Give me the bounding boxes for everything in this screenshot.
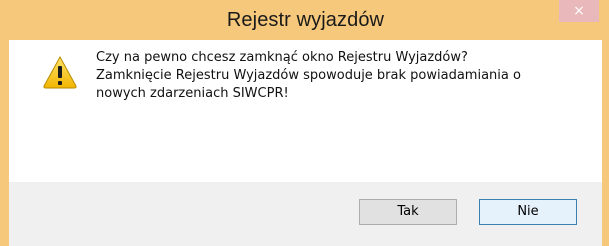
yes-button[interactable]: Tak bbox=[359, 199, 457, 225]
message-line: nowych zdarzeniach SIWCPR! bbox=[96, 86, 289, 101]
close-icon: × bbox=[573, 3, 585, 19]
message-line: Czy na pewno chcesz zamknąć okno Rejestr… bbox=[96, 50, 468, 65]
close-button[interactable]: × bbox=[559, 0, 599, 22]
message-line: Zamknięcie Rejestru Wyjazdów spowoduje b… bbox=[96, 68, 521, 83]
dialog-window: Rejestr wyjazdów × Czy na pewno chcesz z… bbox=[0, 0, 609, 246]
window-frame-left bbox=[0, 40, 9, 246]
no-button[interactable]: Nie bbox=[479, 199, 577, 225]
window-frame-right bbox=[602, 40, 609, 246]
window-title: Rejestr wyjazdów bbox=[226, 9, 385, 31]
message-text: Czy na pewno chcesz zamknąć okno Rejestr… bbox=[96, 49, 576, 103]
warning-icon bbox=[43, 55, 77, 89]
title-bar[interactable]: Rejestr wyjazdów bbox=[0, 0, 609, 40]
